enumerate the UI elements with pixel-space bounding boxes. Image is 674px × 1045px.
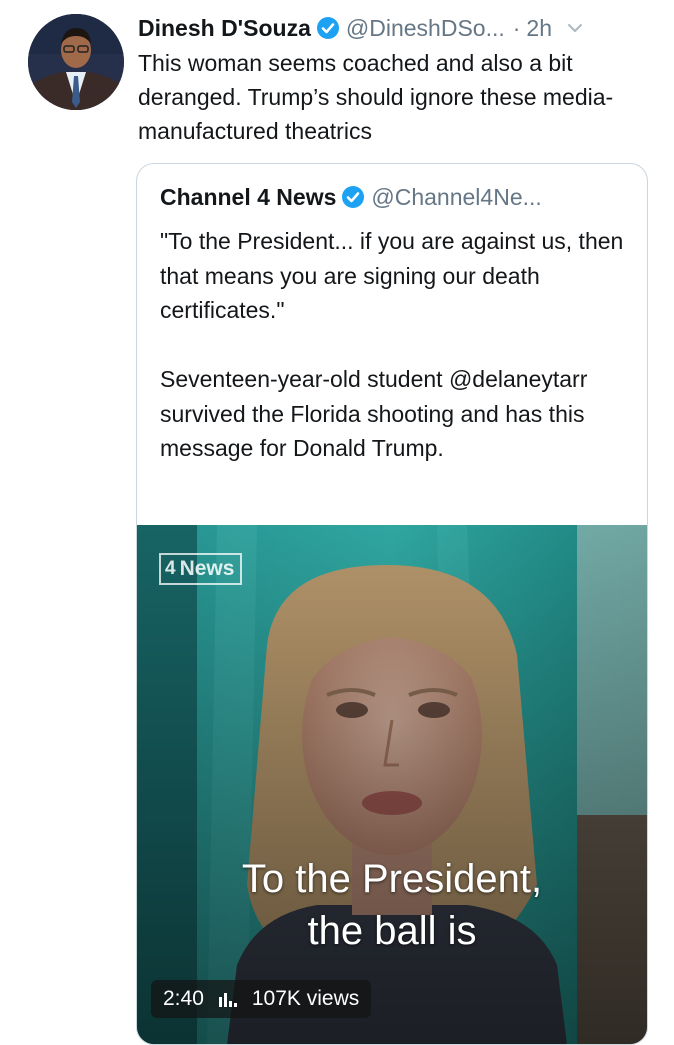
- tweet-header: Dinesh D'Souza @DineshDSo... · 2h: [138, 10, 660, 46]
- logo-mark: 4: [165, 558, 176, 579]
- video-caption-line-2: the ball is: [307, 909, 477, 953]
- quoted-tweet-header: Channel 4 News @Channel4Ne...: [160, 180, 542, 214]
- video-player[interactable]: 4 News To the President, the ball is 2:4…: [137, 525, 647, 1044]
- quoted-tweet[interactable]: Channel 4 News @Channel4Ne... "To the Pr…: [136, 163, 648, 1045]
- chevron-down-icon[interactable]: [566, 19, 584, 37]
- quoted-paragraph-quote: "To the President... if you are against …: [160, 228, 624, 323]
- channel4-news-logo: 4 News: [159, 553, 243, 585]
- author-name[interactable]: Dinesh D'Souza: [138, 15, 311, 42]
- tweet-text: This woman seems coached and also a bit …: [138, 50, 614, 144]
- quoted-author-name: Channel 4 News: [160, 183, 337, 210]
- video-views: 107K views: [251, 987, 360, 1010]
- avatar[interactable]: [28, 14, 124, 110]
- verified-badge-icon: [316, 17, 339, 39]
- author-handle[interactable]: @DineshDSo...: [346, 15, 505, 42]
- video-frame: [137, 525, 647, 1044]
- verified-badge-icon: [342, 186, 365, 208]
- logo-text: News: [179, 557, 235, 580]
- separator-dot: ·: [512, 14, 521, 41]
- timestamp[interactable]: 2h: [526, 15, 552, 42]
- video-duration: 2:40: [163, 987, 204, 1010]
- video-stats-pill: 2:40 107K views: [151, 980, 372, 1018]
- quoted-paragraph-description: Seventeen-year-old student @delaneytarr …: [160, 366, 588, 461]
- quoted-tweet-text: "To the President... if you are against …: [160, 224, 630, 466]
- video-caption-line-1: To the President,: [241, 857, 543, 901]
- quoted-author-handle: @Channel4Ne...: [371, 183, 542, 210]
- bar-chart-icon: [218, 993, 237, 1007]
